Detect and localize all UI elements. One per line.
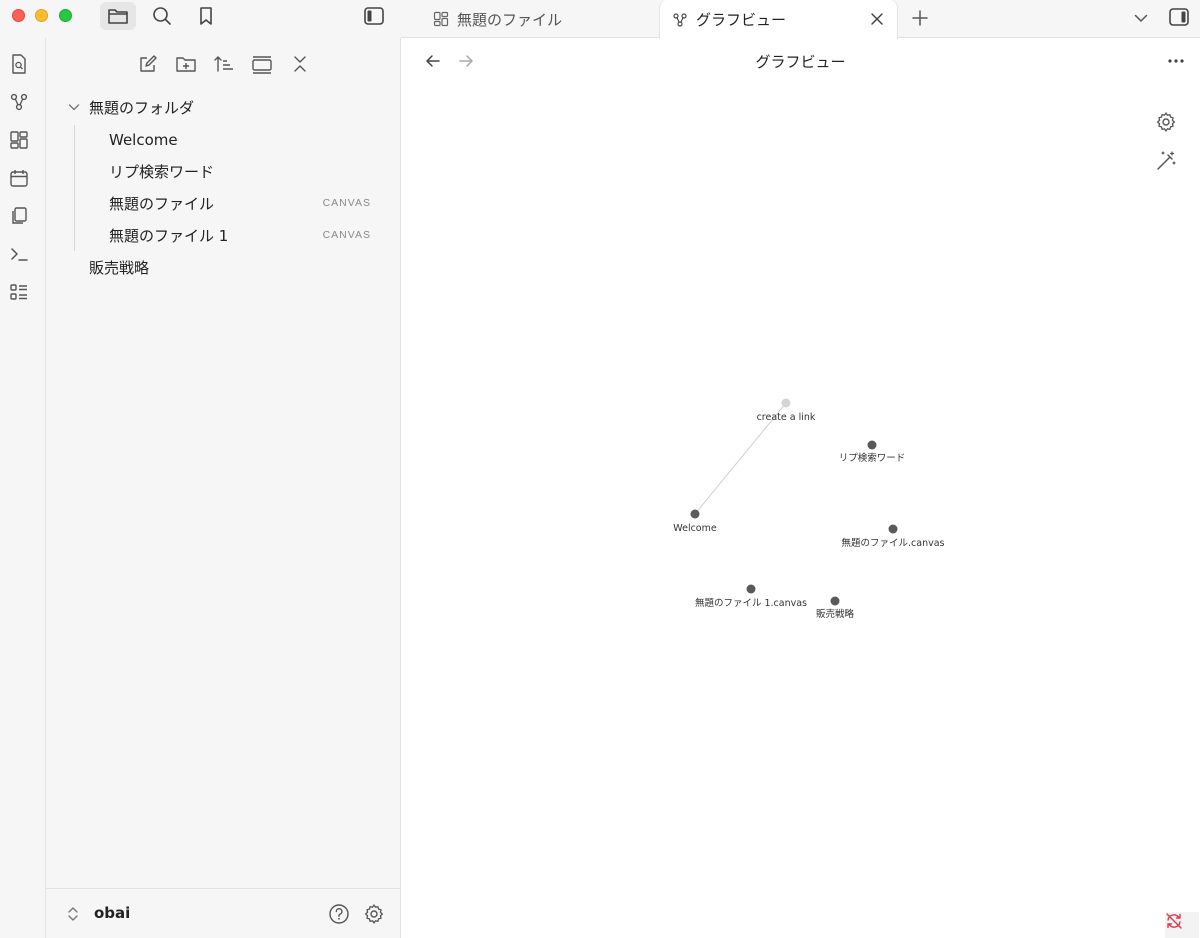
graph-node-label: 無題のファイル 1.canvas <box>695 597 807 609</box>
tree-file-ripu[interactable]: リプ検索ワード <box>109 157 399 185</box>
gear-icon <box>364 904 384 924</box>
minimize-window-button[interactable] <box>35 9 48 22</box>
more-horizontal-icon <box>1168 59 1184 63</box>
zoom-window-button[interactable] <box>59 9 72 22</box>
ribbon <box>0 38 46 938</box>
tree-item-label: Welcome <box>109 131 178 149</box>
copy-icon <box>12 207 27 224</box>
search-button[interactable] <box>144 2 180 30</box>
new-folder-button[interactable] <box>174 52 198 76</box>
view-header: グラフビュー <box>401 38 1200 84</box>
tree-folder-untitled[interactable]: 無題のフォルダ <box>66 93 386 121</box>
close-tab-button[interactable] <box>869 11 885 27</box>
graph-canvas[interactable]: create a link リプ検索ワード Welcome 無題のファイル.ca… <box>401 84 1200 938</box>
graph-node[interactable] <box>781 398 791 408</box>
graph-node[interactable] <box>830 596 840 606</box>
new-note-button[interactable] <box>136 52 160 76</box>
close-window-button[interactable] <box>12 9 25 22</box>
window-titlebar <box>0 0 401 38</box>
graph-icon <box>672 12 688 28</box>
edit-icon <box>140 55 157 72</box>
tree-file-untitled-canvas[interactable]: 無題のファイル CANVAS <box>109 189 399 217</box>
tree-file-welcome[interactable]: Welcome <box>109 126 399 154</box>
sort-icon <box>214 56 233 72</box>
new-tab-button[interactable] <box>909 7 931 29</box>
toggle-right-sidebar-button[interactable] <box>1166 5 1192 29</box>
terminal-icon <box>11 248 28 261</box>
canvas-icon <box>433 11 449 27</box>
tree-file-untitled-canvas-1[interactable]: 無題のファイル 1 CANVAS <box>109 221 399 249</box>
graph-view-ribbon-button[interactable] <box>8 91 30 113</box>
chevron-down-icon <box>68 104 80 111</box>
tab-list-button[interactable] <box>1130 7 1152 29</box>
vault-switcher-bar: obai <box>46 888 400 938</box>
bookmark-icon <box>200 7 212 25</box>
sidebar-right-icon <box>1169 8 1189 26</box>
search-icon <box>153 7 171 25</box>
folder-plus-icon <box>176 57 196 72</box>
tree-item-label: 無題のファイル <box>109 194 215 213</box>
sidebar-left-icon <box>364 7 384 25</box>
sync-off-icon <box>1166 913 1182 929</box>
sort-button[interactable] <box>212 52 236 76</box>
tree-file-hanbai[interactable]: 販売戦略 <box>89 253 389 281</box>
canvas-ribbon-button[interactable] <box>8 129 30 151</box>
calendar-icon <box>10 170 28 187</box>
list-layout-icon <box>10 284 27 300</box>
files-view-button[interactable] <box>100 2 136 30</box>
tab-untitled-canvas[interactable]: 無題のファイル <box>433 0 653 38</box>
graph-node-label: 販売戦略 <box>816 608 855 620</box>
graph-svg[interactable]: create a link リプ検索ワード Welcome 無題のファイル.ca… <box>401 84 1200 938</box>
collapse-all-button[interactable] <box>288 52 312 76</box>
file-explorer: 無題のフォルダ Welcome リプ検索ワード 無題のファイル CANVAS 無… <box>46 38 401 938</box>
graph-node[interactable] <box>888 524 898 534</box>
file-type-tag: CANVAS <box>322 197 371 209</box>
help-icon <box>329 904 349 924</box>
graph-node-label: リプ検索ワード <box>839 452 906 464</box>
canvas-icon <box>10 131 28 149</box>
quick-switcher-ribbon-button[interactable] <box>8 53 30 75</box>
close-icon <box>871 13 883 25</box>
chevron-down-icon <box>1134 14 1148 22</box>
settings-button[interactable] <box>363 903 385 925</box>
bases-ribbon-button[interactable] <box>8 281 30 303</box>
graph-node[interactable] <box>746 584 756 594</box>
graph-node[interactable] <box>690 509 700 519</box>
graph-node[interactable] <box>867 440 877 450</box>
chevrons-up-down-icon <box>68 907 78 921</box>
templates-ribbon-button[interactable] <box>8 205 30 227</box>
tree-indent-guide <box>74 125 75 251</box>
auto-reveal-button[interactable] <box>250 52 274 76</box>
bookmarks-button[interactable] <box>188 2 224 30</box>
plus-icon <box>912 10 928 26</box>
chevrons-collapse-icon <box>294 56 306 72</box>
tree-item-label: 販売戦略 <box>89 258 150 277</box>
vault-switcher-button[interactable] <box>64 904 82 924</box>
tab-label: 無題のファイル <box>457 10 563 29</box>
tab-bar: 無題のファイル グラフビュー <box>401 0 1200 39</box>
sync-status-button[interactable] <box>1165 912 1199 938</box>
daily-note-ribbon-button[interactable] <box>8 167 30 189</box>
file-type-tag: CANVAS <box>322 229 371 241</box>
more-options-button[interactable] <box>1164 51 1188 71</box>
tab-graph-view[interactable]: グラフビュー <box>659 0 898 39</box>
panel-icon <box>252 56 272 74</box>
view-title: グラフビュー <box>755 53 846 71</box>
vault-name[interactable]: obai <box>94 904 130 922</box>
help-button[interactable] <box>328 903 350 925</box>
graph-node-label: create a link <box>757 412 816 423</box>
graph-icon <box>10 93 28 111</box>
command-palette-ribbon-button[interactable] <box>8 243 30 265</box>
tab-label: グラフビュー <box>696 11 787 29</box>
graph-node-label: 無題のファイル.canvas <box>842 537 945 549</box>
file-search-icon <box>12 54 26 74</box>
tree-item-label: 無題のフォルダ <box>89 98 195 117</box>
graph-node-label: Welcome <box>673 523 717 534</box>
tree-item-label: 無題のファイル 1 <box>109 226 229 245</box>
folder-icon <box>108 9 128 24</box>
tree-item-label: リプ検索ワード <box>109 162 215 181</box>
toggle-left-sidebar-button[interactable] <box>356 2 392 30</box>
